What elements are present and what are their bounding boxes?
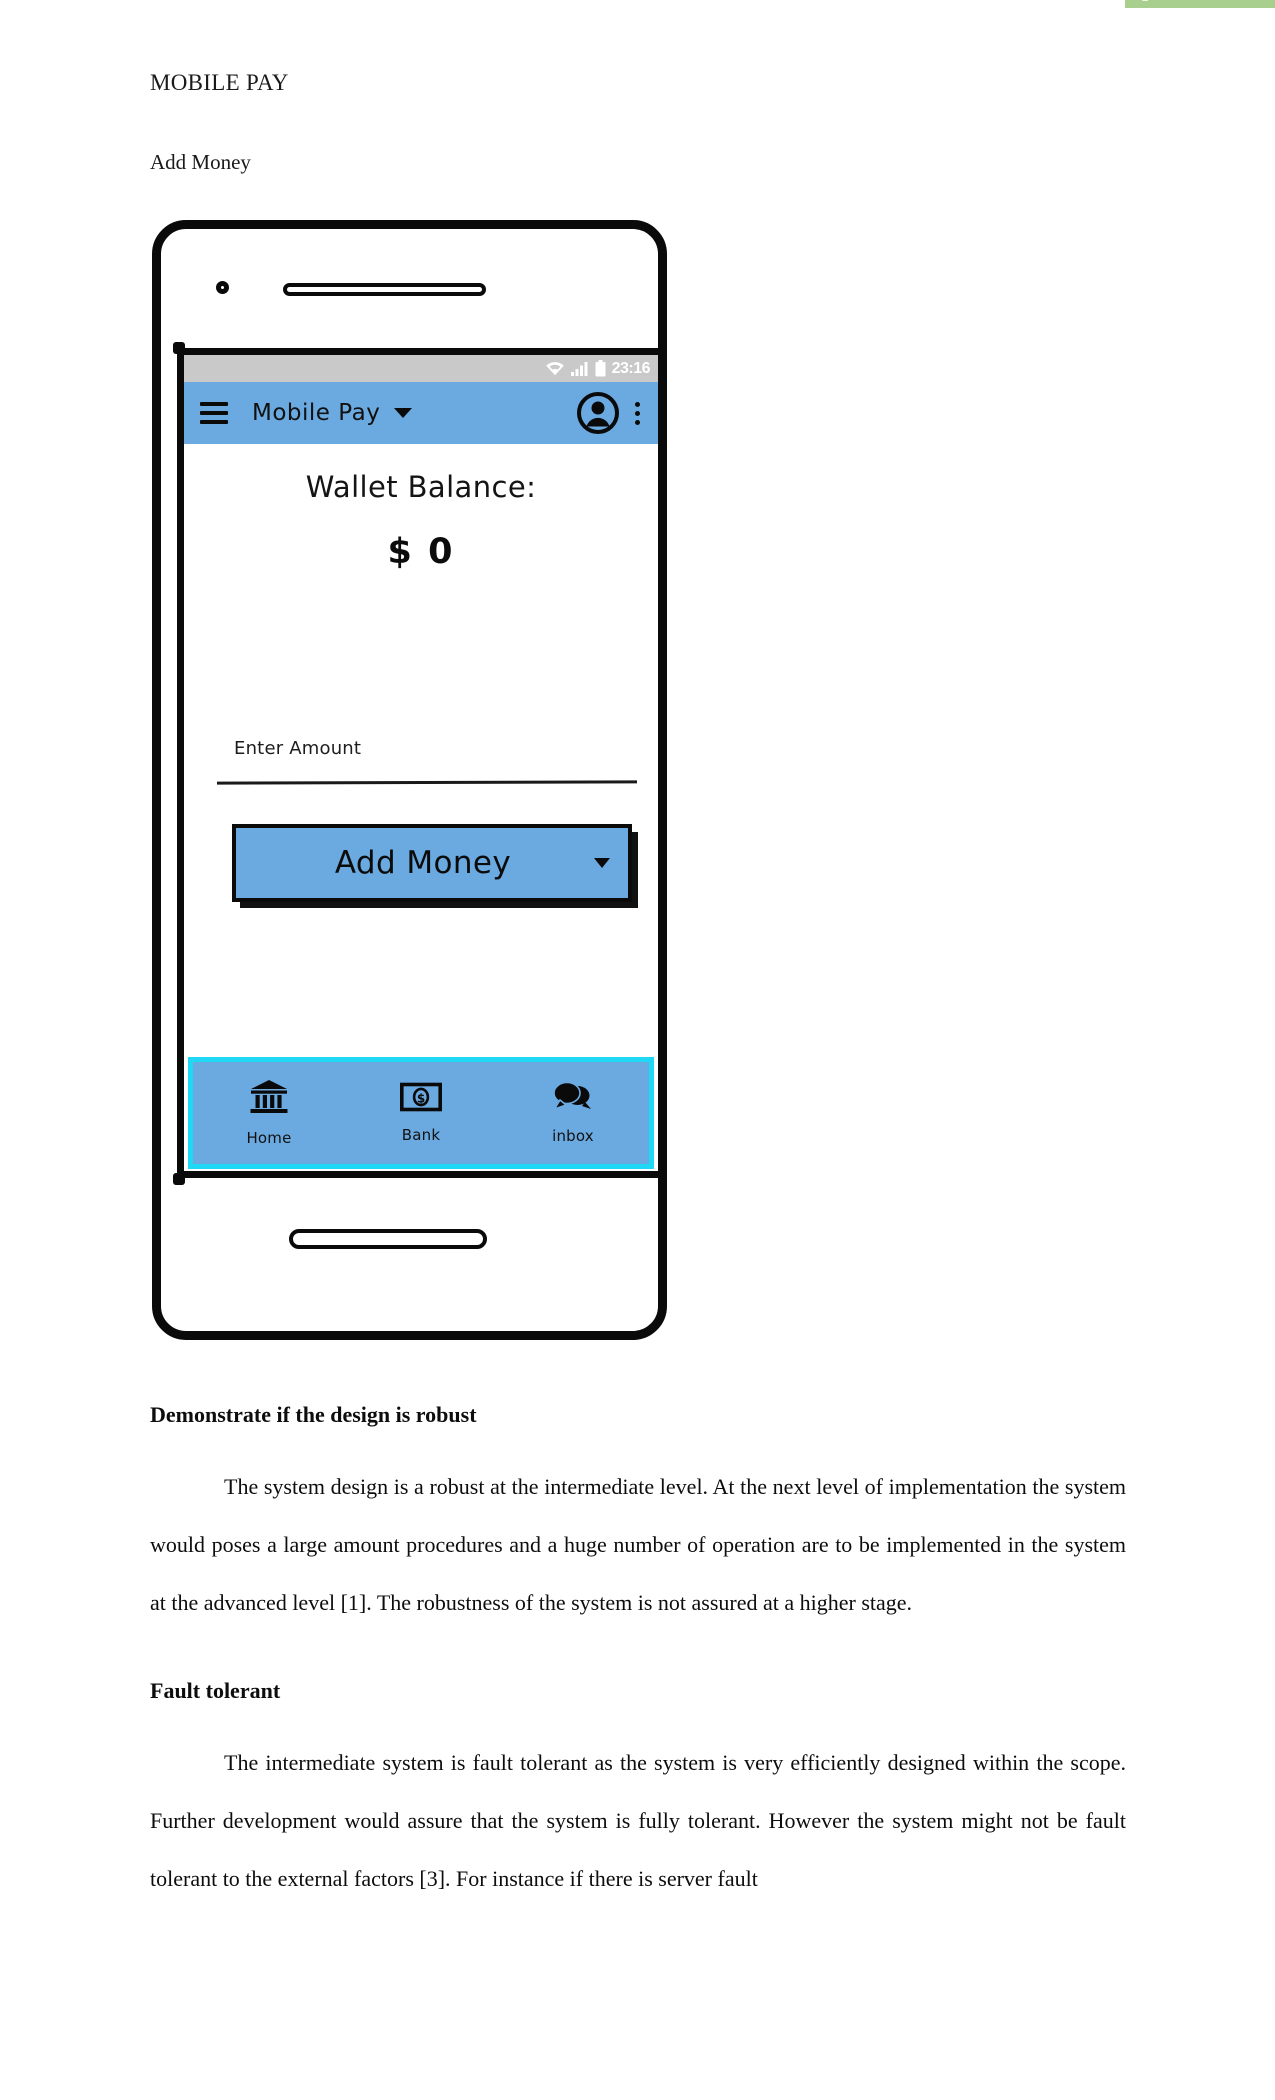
nav-item-home[interactable]: Home [193,1079,345,1147]
chat-bubbles-icon [552,1081,594,1118]
wallet-balance-label: Wallet Balance: [305,470,537,504]
document-title: MOBILE PAY [150,70,289,95]
document-body: Demonstrate if the design is robust The … [150,1400,1126,1908]
section-paragraph-fault-tolerant: The intermediate system is fault toleran… [150,1750,1126,1891]
page-number-badge: 8 [1125,0,1275,8]
nav-item-inbox[interactable]: inbox [497,1081,649,1145]
home-button[interactable] [289,1229,487,1249]
phone-screen: 23:16 Mobile Pay Wallet Balance: $ 0 Ent… [177,348,665,1178]
phone-mockup-figure: 23:16 Mobile Pay Wallet Balance: $ 0 Ent… [152,220,707,1360]
nav-item-bank[interactable]: $ Bank [345,1082,497,1144]
phone-frame: 23:16 Mobile Pay Wallet Balance: $ 0 Ent… [152,220,667,1340]
app-bar-title: Mobile Pay [252,400,381,426]
signal-icon [570,361,589,376]
svg-text:$: $ [417,1091,425,1105]
status-bar-clock: 23:16 [611,359,651,377]
bank-building-icon [249,1079,289,1120]
app-bar: Mobile Pay [184,382,658,444]
wifi-icon [545,361,565,376]
add-money-button[interactable]: Add Money [232,824,632,902]
banknote-icon: $ [399,1082,443,1117]
section-heading-fault-tolerant: Fault tolerant [150,1678,281,1703]
hamburger-menu-icon[interactable] [200,402,228,424]
earpiece-speaker [283,283,486,296]
screen-content: Wallet Balance: $ 0 Enter Amount Add Mon… [184,444,658,1171]
nav-item-bank-label: Bank [401,1126,441,1144]
nav-item-inbox-label: inbox [552,1127,594,1145]
amount-input-field[interactable]: Enter Amount [216,738,638,785]
status-bar: 23:16 [184,355,658,382]
front-camera-icon [216,281,229,294]
wallet-balance-amount: $ 0 [387,532,455,572]
amount-input-underline [216,780,638,785]
nav-item-home-label: Home [246,1129,292,1147]
battery-icon [595,360,606,377]
section-paragraph-robust: The system design is a robust at the int… [150,1474,1126,1615]
amount-input-placeholder: Enter Amount [234,738,362,759]
caret-down-icon[interactable] [594,858,610,868]
chevron-down-icon[interactable] [394,408,413,418]
account-avatar-icon[interactable] [577,392,619,434]
figure-caption: Add Money [150,150,251,174]
add-money-button-label: Add Money [334,845,512,881]
section-heading-robust: Demonstrate if the design is robust [150,1402,477,1427]
bottom-navigation-bar: Home $ Bank inbox [188,1057,654,1169]
page-header: MOBILE PAY [150,68,1275,108]
kebab-menu-icon[interactable] [633,400,642,427]
page-number-label: 8 [1140,0,1150,7]
